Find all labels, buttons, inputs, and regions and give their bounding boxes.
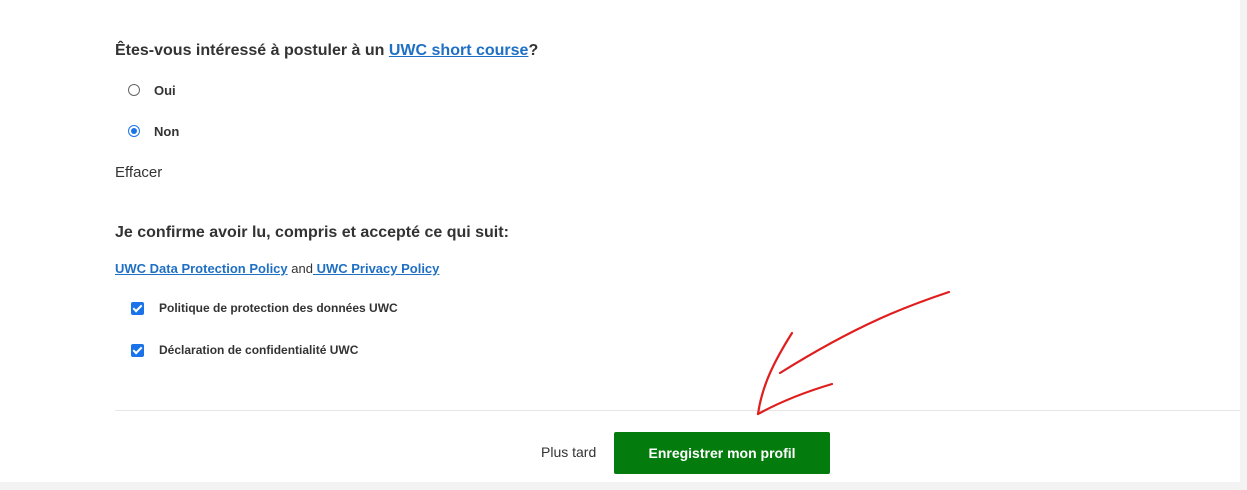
privacy-checkbox[interactable]	[131, 343, 144, 357]
policy-connector: and	[287, 261, 313, 276]
policy-links: UWC Data Protection Policy and UWC Priva…	[115, 261, 439, 276]
checkbox-row-privacy[interactable]: Déclaration de confidentialité UWC	[131, 340, 358, 360]
uwc-short-course-link[interactable]: UWC short course	[389, 42, 529, 59]
confirmation-title: Je confirme avoir lu, compris et accepté…	[115, 224, 509, 241]
checkbox-row-data-protection[interactable]: Politique de protection des données UWC	[131, 298, 398, 318]
privacy-policy-link[interactable]: UWC Privacy Policy	[313, 261, 440, 276]
profile-form: Êtes-vous intéressé à postuler à un UWC …	[0, 0, 1240, 482]
option-non-label: Non	[154, 123, 180, 139]
option-oui[interactable]: Oui	[128, 80, 176, 100]
footer-divider	[115, 410, 1240, 411]
question-suffix: ?	[528, 42, 539, 59]
clear-selection-link[interactable]: Effacer	[115, 164, 162, 181]
save-profile-button[interactable]: Enregistrer mon profil	[614, 432, 830, 474]
later-link[interactable]: Plus tard	[541, 444, 596, 460]
data-protection-checkbox-label: Politique de protection des données UWC	[159, 301, 398, 315]
data-protection-checkbox[interactable]	[131, 301, 144, 315]
question-prefix: Êtes-vous intéressé à postuler à un	[115, 42, 389, 59]
privacy-checkbox-label: Déclaration de confidentialité UWC	[159, 343, 359, 357]
short-course-question: Êtes-vous intéressé à postuler à un UWC …	[115, 42, 538, 60]
data-protection-policy-link[interactable]: UWC Data Protection Policy	[115, 261, 288, 276]
radio-non[interactable]	[128, 125, 140, 137]
option-non[interactable]: Non	[128, 121, 179, 141]
radio-oui[interactable]	[128, 84, 140, 96]
option-oui-label: Oui	[154, 82, 176, 98]
